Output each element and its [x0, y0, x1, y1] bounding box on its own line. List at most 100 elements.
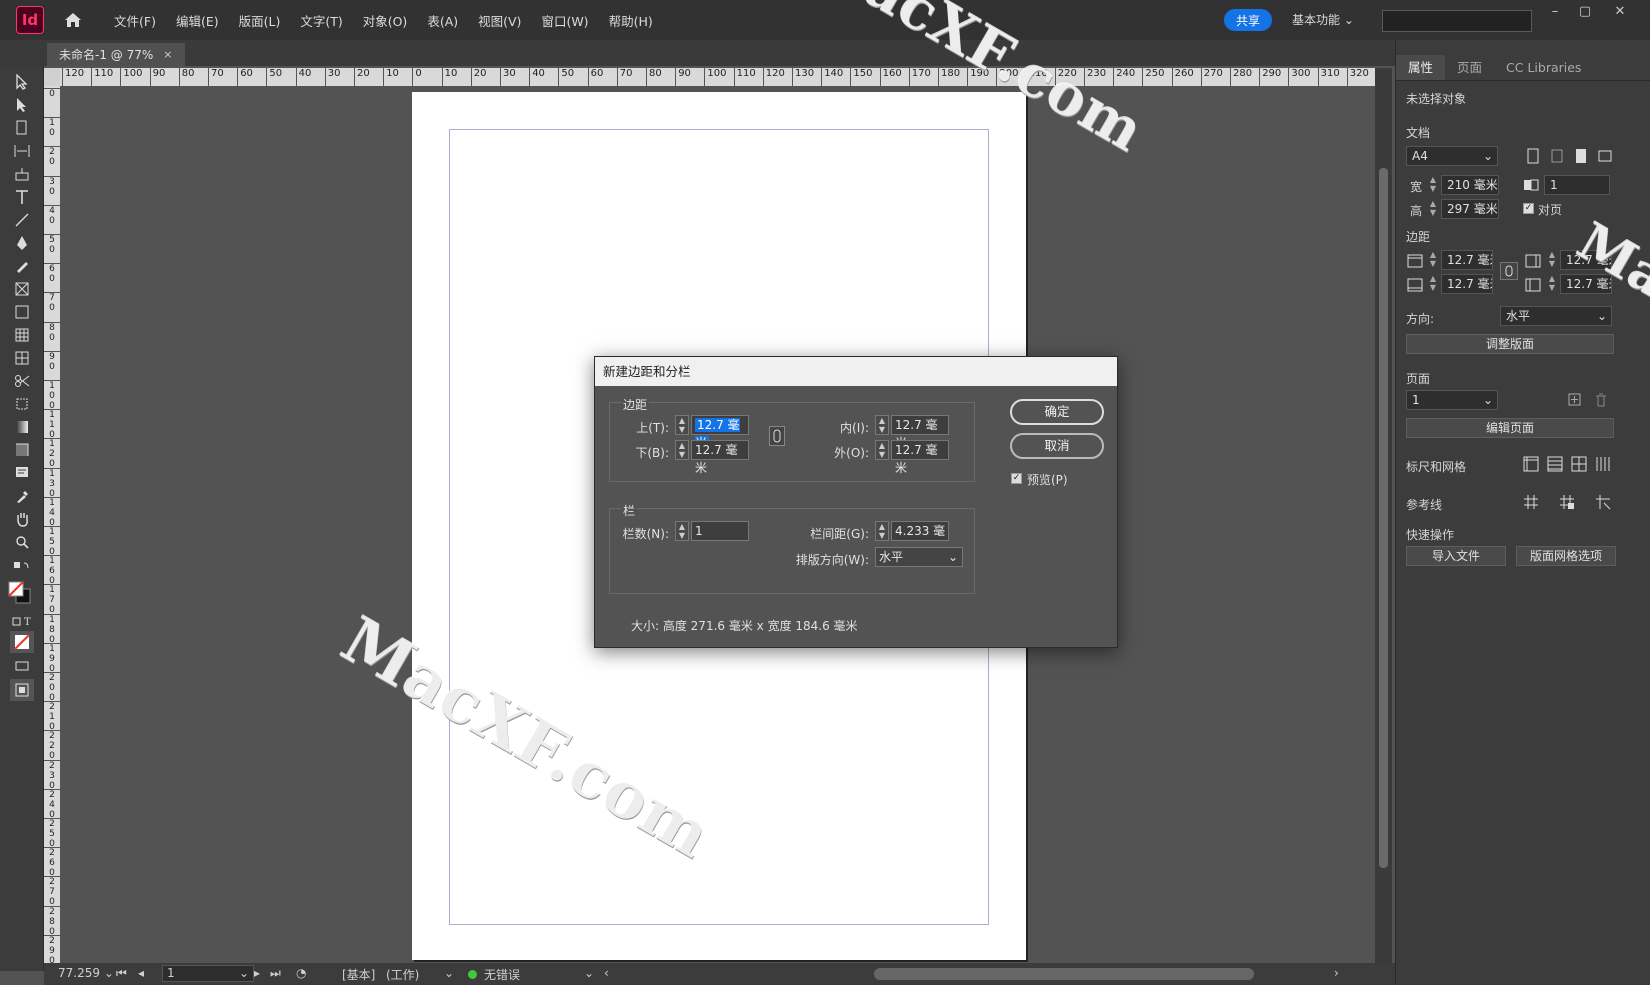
free-transform-tool-icon[interactable]: [12, 394, 32, 414]
outside-margin-stepper-icon[interactable]: ▲ ▼: [875, 440, 889, 460]
gutter-stepper-icon[interactable]: ▲ ▼: [875, 521, 889, 541]
direct-selection-tool-icon[interactable]: [12, 95, 32, 115]
menu-item-8[interactable]: 帮助(H): [609, 11, 653, 30]
first-page-icon[interactable]: ⏮: [116, 966, 127, 981]
current-page-select[interactable]: 1 ⌄: [1406, 390, 1498, 410]
document-grid-icon[interactable]: [1570, 455, 1588, 473]
preflight-menu-icon[interactable]: ⌄: [584, 966, 594, 980]
previous-page-icon[interactable]: ◂: [138, 966, 144, 980]
apply-none-icon[interactable]: [10, 631, 34, 653]
type-tool-icon[interactable]: [12, 187, 32, 207]
margin-top-stepper-icon[interactable]: ▲ ▼: [1427, 250, 1439, 270]
pencil-tool-icon[interactable]: [12, 256, 32, 276]
inside-margin-field[interactable]: 12.7 毫米: [891, 415, 949, 450]
binding-right-icon[interactable]: [1596, 147, 1614, 165]
close-window-icon[interactable]: ✕: [1605, 4, 1635, 20]
gradient-feather-tool-icon[interactable]: [12, 440, 32, 460]
page-number-field[interactable]: 1 ⌄: [162, 965, 254, 982]
tab-cc-libraries[interactable]: CC Libraries: [1494, 55, 1593, 80]
menu-item-3[interactable]: 文字(T): [300, 11, 342, 30]
layout-grid-options-button[interactable]: 版面网格选项: [1516, 546, 1616, 566]
tab-pages[interactable]: 页面: [1445, 55, 1494, 80]
inside-margin-stepper-icon[interactable]: ▲ ▼: [875, 415, 889, 435]
menu-item-5[interactable]: 表(A): [427, 11, 458, 30]
pages-count-field[interactable]: 1: [1544, 175, 1610, 195]
height-field[interactable]: 297 毫米: [1441, 199, 1499, 219]
baseline-grid-icon[interactable]: [1546, 455, 1564, 473]
horizontal-ruler[interactable]: 120 110 100 90 80 70 60 50 40 30 20 10 0 10 20 30 40 50 60…: [60, 68, 1378, 86]
table-tool-icon[interactable]: [12, 325, 32, 345]
menu-item-2[interactable]: 版面(L): [239, 11, 281, 30]
workspace-switcher[interactable]: 基本功能 ⌄: [1292, 11, 1354, 28]
selection-tool-icon[interactable]: [12, 72, 32, 92]
content-collector-icon[interactable]: [12, 164, 32, 184]
vertical-scrollbar[interactable]: [1375, 68, 1392, 971]
height-stepper-icon[interactable]: ▲ ▼: [1427, 199, 1439, 219]
zoom-level-field[interactable]: 77.259 ⌄: [58, 966, 114, 980]
add-page-icon[interactable]: [1566, 391, 1584, 409]
pen-tool-icon[interactable]: [12, 233, 32, 253]
note-tool-icon[interactable]: [12, 463, 32, 483]
zoom-tool-icon[interactable]: [12, 532, 32, 552]
menu-item-4[interactable]: 对象(O): [363, 11, 408, 30]
columns-stepper-icon[interactable]: ▲ ▼: [675, 521, 689, 541]
menu-item-7[interactable]: 窗口(W): [541, 11, 588, 30]
facing-pages-checkbox[interactable]: ✓: [1523, 203, 1534, 214]
ok-button[interactable]: 确定: [1010, 399, 1104, 425]
line-tool-icon[interactable]: [12, 210, 32, 230]
rectangle-frame-tool-icon[interactable]: [12, 279, 32, 299]
next-page-icon[interactable]: ▸: [254, 966, 260, 980]
ruler-origin[interactable]: [44, 68, 60, 86]
columns-field[interactable]: 1: [691, 521, 749, 541]
binding-left-icon[interactable]: [1572, 147, 1590, 165]
home-icon[interactable]: [62, 10, 84, 30]
preflight-mode[interactable]: (工作): [386, 966, 419, 983]
page-size-select[interactable]: A4 ⌄: [1406, 146, 1498, 166]
preflight-dropdown-icon[interactable]: ⌄: [444, 966, 454, 980]
tab-properties[interactable]: 属性: [1396, 55, 1446, 80]
rectangle-tool-icon[interactable]: [12, 302, 32, 322]
swap-fill-stroke-icon[interactable]: [12, 556, 32, 576]
preview-checkbox[interactable]: ✓: [1011, 473, 1022, 484]
landscape-icon[interactable]: [1548, 147, 1566, 165]
margin-inside-stepper-icon[interactable]: ▲ ▼: [1546, 250, 1558, 270]
margin-top-field[interactable]: 12.7 毫米: [1441, 250, 1493, 270]
top-margin-stepper-icon[interactable]: ▲ ▼: [675, 415, 689, 435]
ruler-toggle-icon[interactable]: [1522, 455, 1540, 473]
close-tab-icon[interactable]: ×: [163, 48, 172, 61]
width-field[interactable]: 210 毫米: [1441, 175, 1499, 195]
vertical-scrollbar-thumb[interactable]: [1379, 168, 1388, 868]
cancel-button[interactable]: 取消: [1010, 433, 1104, 459]
link-margins-icon[interactable]: [769, 426, 785, 446]
import-file-button[interactable]: 导入文件: [1406, 546, 1506, 566]
share-button[interactable]: 共享: [1224, 9, 1272, 31]
margin-outside-stepper-icon[interactable]: ▲ ▼: [1546, 274, 1558, 294]
formatting-container-icon[interactable]: T: [12, 611, 32, 631]
menu-item-1[interactable]: 编辑(E): [176, 11, 219, 30]
smart-guides-icon[interactable]: [1594, 493, 1612, 511]
hand-tool-icon[interactable]: [12, 509, 32, 529]
vertical-ruler[interactable]: 01 02 03 04 05 06 07 08 09 01 0 01 1 01 …: [44, 86, 60, 971]
search-input[interactable]: [1382, 10, 1532, 32]
gutter-field[interactable]: 4.233 毫: [891, 521, 949, 541]
adjust-layout-button[interactable]: 调整版面: [1406, 334, 1614, 354]
outside-margin-field[interactable]: 12.7 毫米: [891, 440, 949, 475]
view-mode-icon[interactable]: [12, 656, 32, 676]
minimize-icon[interactable]: –: [1540, 4, 1570, 20]
bottom-margin-field[interactable]: 12.7 毫米: [691, 440, 749, 475]
margin-bottom-field[interactable]: 12.7 毫米: [1441, 274, 1493, 294]
margin-bottom-stepper-icon[interactable]: ▲ ▼: [1427, 274, 1439, 294]
horizontal-scrollbar-thumb[interactable]: [874, 968, 1254, 980]
edit-page-button[interactable]: 编辑页面: [1406, 418, 1614, 438]
last-page-icon[interactable]: ⏭: [270, 966, 281, 981]
direction-select[interactable]: 水平 ⌄: [1500, 306, 1612, 326]
menu-item-0[interactable]: 文件(F): [114, 11, 156, 30]
width-stepper-icon[interactable]: ▲ ▼: [1427, 175, 1439, 195]
grid-tool-icon[interactable]: [12, 348, 32, 368]
fill-stroke-swatch-icon[interactable]: [8, 581, 32, 605]
top-margin-field[interactable]: 12.7 毫米: [691, 415, 749, 450]
lock-guides-icon[interactable]: [1558, 493, 1576, 511]
preflight-icon[interactable]: ◔: [296, 966, 306, 980]
page-tool-icon[interactable]: [12, 118, 32, 138]
document-tab[interactable]: 未命名-1 @ 77% ×: [47, 43, 185, 66]
